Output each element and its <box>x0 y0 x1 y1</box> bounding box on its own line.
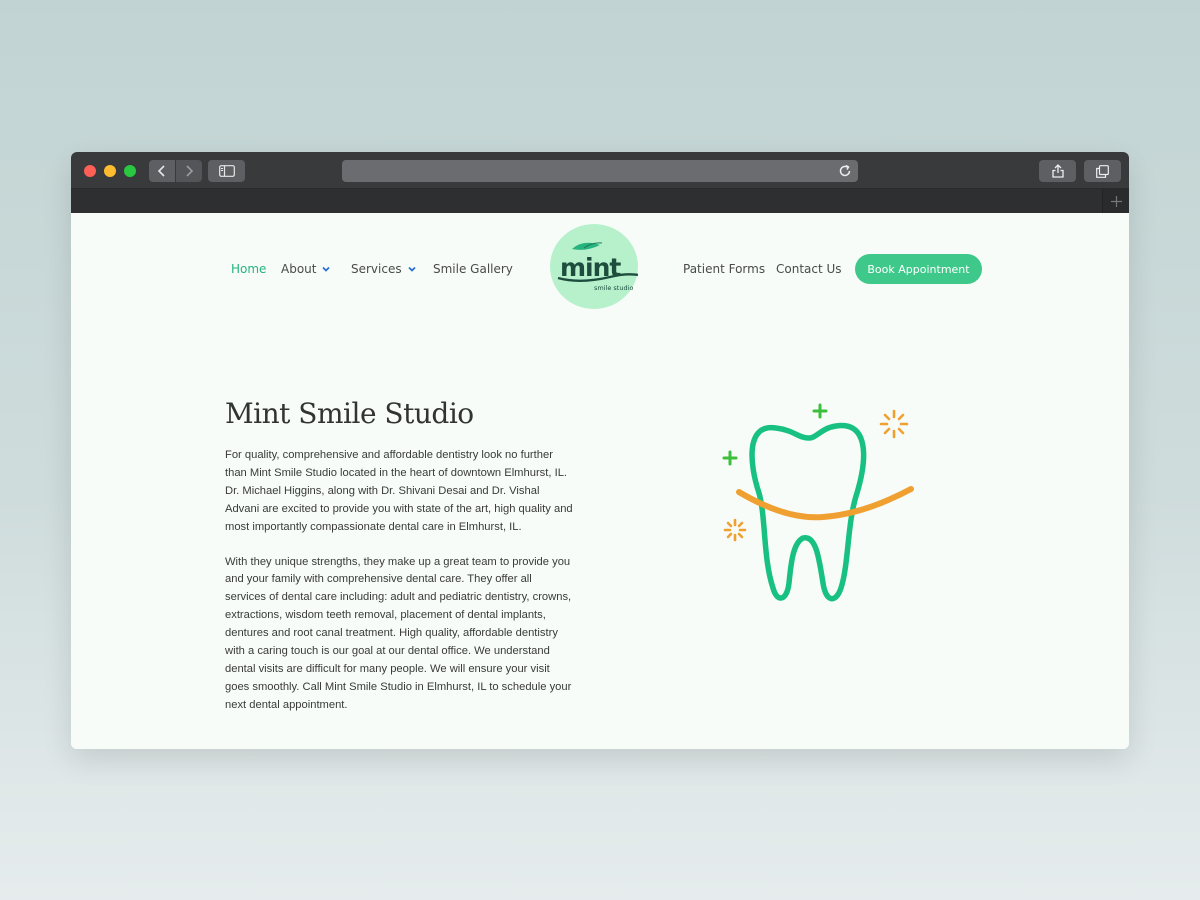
reload-icon[interactable] <box>837 163 853 179</box>
tabs-overview-icon <box>1096 164 1109 178</box>
minimize-window-button[interactable] <box>104 165 116 177</box>
webpage: Home About Services Smile Gallery mint s… <box>71 213 1129 749</box>
nav-smile-gallery-link[interactable]: Smile Gallery <box>433 262 513 276</box>
site-header: Home About Services Smile Gallery mint s… <box>71 213 1129 323</box>
chevron-down-icon <box>322 266 331 272</box>
browser-toolbar <box>71 152 1129 189</box>
page-title: Mint Smile Studio <box>225 397 474 430</box>
sidebar-icon <box>218 165 235 177</box>
logo-tagline: smile studio <box>594 284 633 292</box>
nav-contact-link[interactable]: Contact Us <box>776 262 842 276</box>
share-button[interactable] <box>1039 160 1076 182</box>
intro-section: Mint Smile Studio For quality, comprehen… <box>225 393 575 732</box>
nav-services-link[interactable]: Services <box>351 262 417 276</box>
share-icon <box>1051 164 1064 178</box>
tab-overview-button[interactable] <box>1084 160 1121 182</box>
zoom-window-button[interactable] <box>124 165 136 177</box>
site-logo[interactable]: mint smile studio <box>550 224 639 309</box>
chevron-left-icon <box>157 165 165 177</box>
mint-leaf-logo-icon: mint smile studio <box>557 242 639 292</box>
tooth-smile-icon <box>722 403 914 602</box>
close-window-button[interactable] <box>84 165 96 177</box>
new-tab-button[interactable] <box>1102 189 1129 213</box>
intro-paragraph-2: With they unique strengths, they make up… <box>225 555 572 711</box>
book-appointment-button[interactable]: Book Appointment <box>855 254 982 284</box>
nav-home-link[interactable]: Home <box>231 262 266 276</box>
chevron-right-icon <box>186 165 194 177</box>
nav-patient-forms-link[interactable]: Patient Forms <box>683 262 765 276</box>
forward-button[interactable] <box>176 160 202 182</box>
back-button[interactable] <box>149 160 175 182</box>
plus-icon <box>1110 195 1122 207</box>
chevron-down-icon <box>407 266 416 272</box>
nav-about-link[interactable]: About <box>281 262 331 276</box>
browser-window: Home About Services Smile Gallery mint s… <box>71 152 1129 749</box>
sidebar-toggle-button[interactable] <box>208 160 245 182</box>
tab-strip <box>71 189 1129 213</box>
address-bar[interactable] <box>342 160 858 182</box>
intro-paragraph-1: For quality, comprehensive and affordabl… <box>225 449 573 533</box>
